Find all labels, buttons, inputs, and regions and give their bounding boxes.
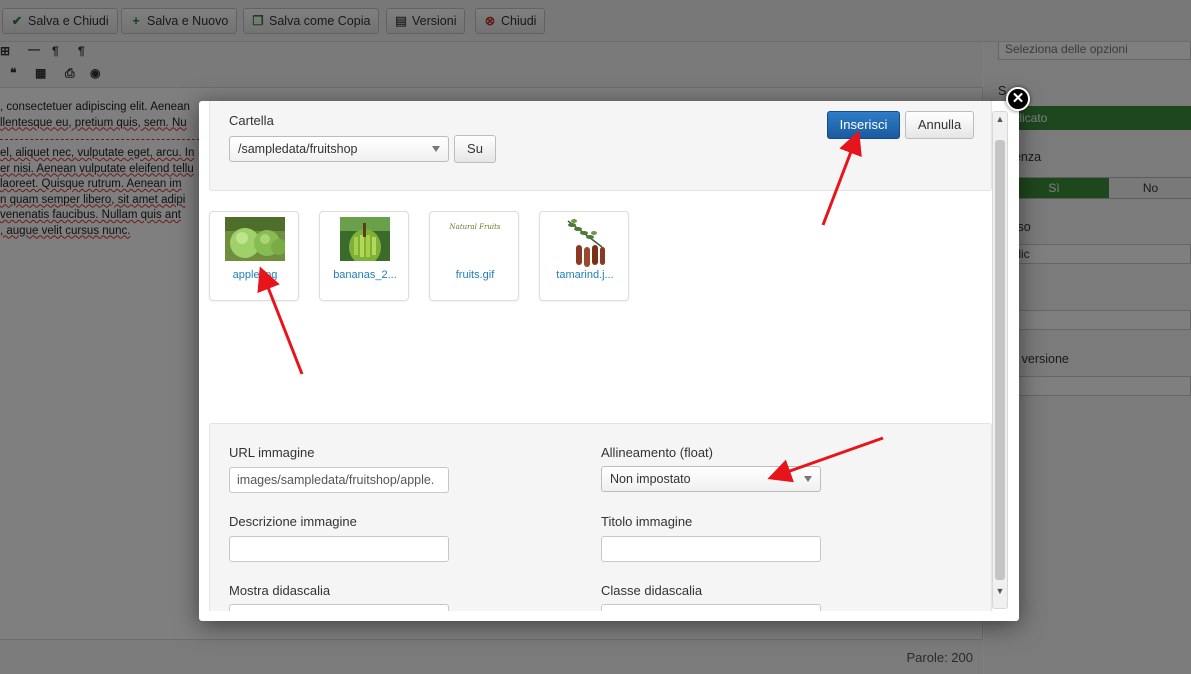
chevron-down-icon [804, 476, 812, 482]
scroll-up-icon[interactable]: ▲ [993, 114, 1007, 124]
file-name: apple.jpg [232, 269, 278, 281]
modal-close-icon[interactable]: ✕ [1006, 87, 1030, 111]
tamarind-image [562, 217, 610, 269]
folder-select-value: /sampledata/fruitshop [238, 142, 358, 156]
file-name: fruits.gif [455, 269, 495, 281]
title-input[interactable] [601, 536, 821, 562]
caption-class-input[interactable] [601, 604, 821, 611]
modal-content: Cartella /sampledata/fruitshop Su Inseri… [199, 101, 995, 611]
folder-label: Cartella [229, 113, 274, 128]
fruits-logo-text: Natural Fruits [449, 223, 501, 231]
url-label: URL immagine [229, 445, 315, 460]
description-input[interactable] [229, 536, 449, 562]
insert-button[interactable]: Inserisci [827, 111, 900, 139]
title-label: Titolo immagine [601, 514, 693, 529]
align-select-value: Non impostato [610, 472, 691, 486]
file-thumbnail-fruits[interactable]: Natural Fruits fruits.gif [429, 211, 519, 301]
caption-label: Mostra didascalia [229, 583, 331, 598]
image-properties-panel: URL immagine images/sampledata/fruitshop… [209, 423, 992, 611]
apple-image [225, 217, 285, 261]
caption-class-label: Classe didascalia [601, 583, 703, 598]
fruits-logo-image: Natural Fruits [445, 217, 505, 261]
bananas-image [340, 217, 390, 261]
scrollbar-thumb[interactable] [995, 140, 1005, 580]
align-select[interactable]: Non impostato [601, 466, 821, 492]
folder-panel: Cartella /sampledata/fruitshop Su Inseri… [209, 101, 992, 191]
folder-up-button[interactable]: Su [454, 135, 496, 163]
file-thumbnail-bananas[interactable]: bananas_2... [319, 211, 409, 301]
modal-scrollbar[interactable]: ▲ ▼ [992, 111, 1008, 609]
caption-select[interactable] [229, 604, 449, 611]
image-insert-modal: Cartella /sampledata/fruitshop Su Inseri… [199, 101, 1019, 621]
url-input[interactable]: images/sampledata/fruitshop/apple. [229, 467, 449, 493]
scroll-down-icon[interactable]: ▼ [993, 586, 1007, 596]
align-label: Allineamento (float) [601, 445, 713, 460]
file-thumbnail-tamarind[interactable]: tamarind.j... [539, 211, 629, 301]
file-thumbnail-apple[interactable]: apple.jpg [209, 211, 299, 301]
chevron-down-icon [432, 146, 440, 152]
folder-select[interactable]: /sampledata/fruitshop [229, 136, 449, 162]
cancel-button[interactable]: Annulla [905, 111, 974, 139]
file-name: bananas_2... [333, 269, 397, 281]
description-label: Descrizione immagine [229, 514, 357, 529]
file-name: tamarind.j... [556, 269, 614, 281]
